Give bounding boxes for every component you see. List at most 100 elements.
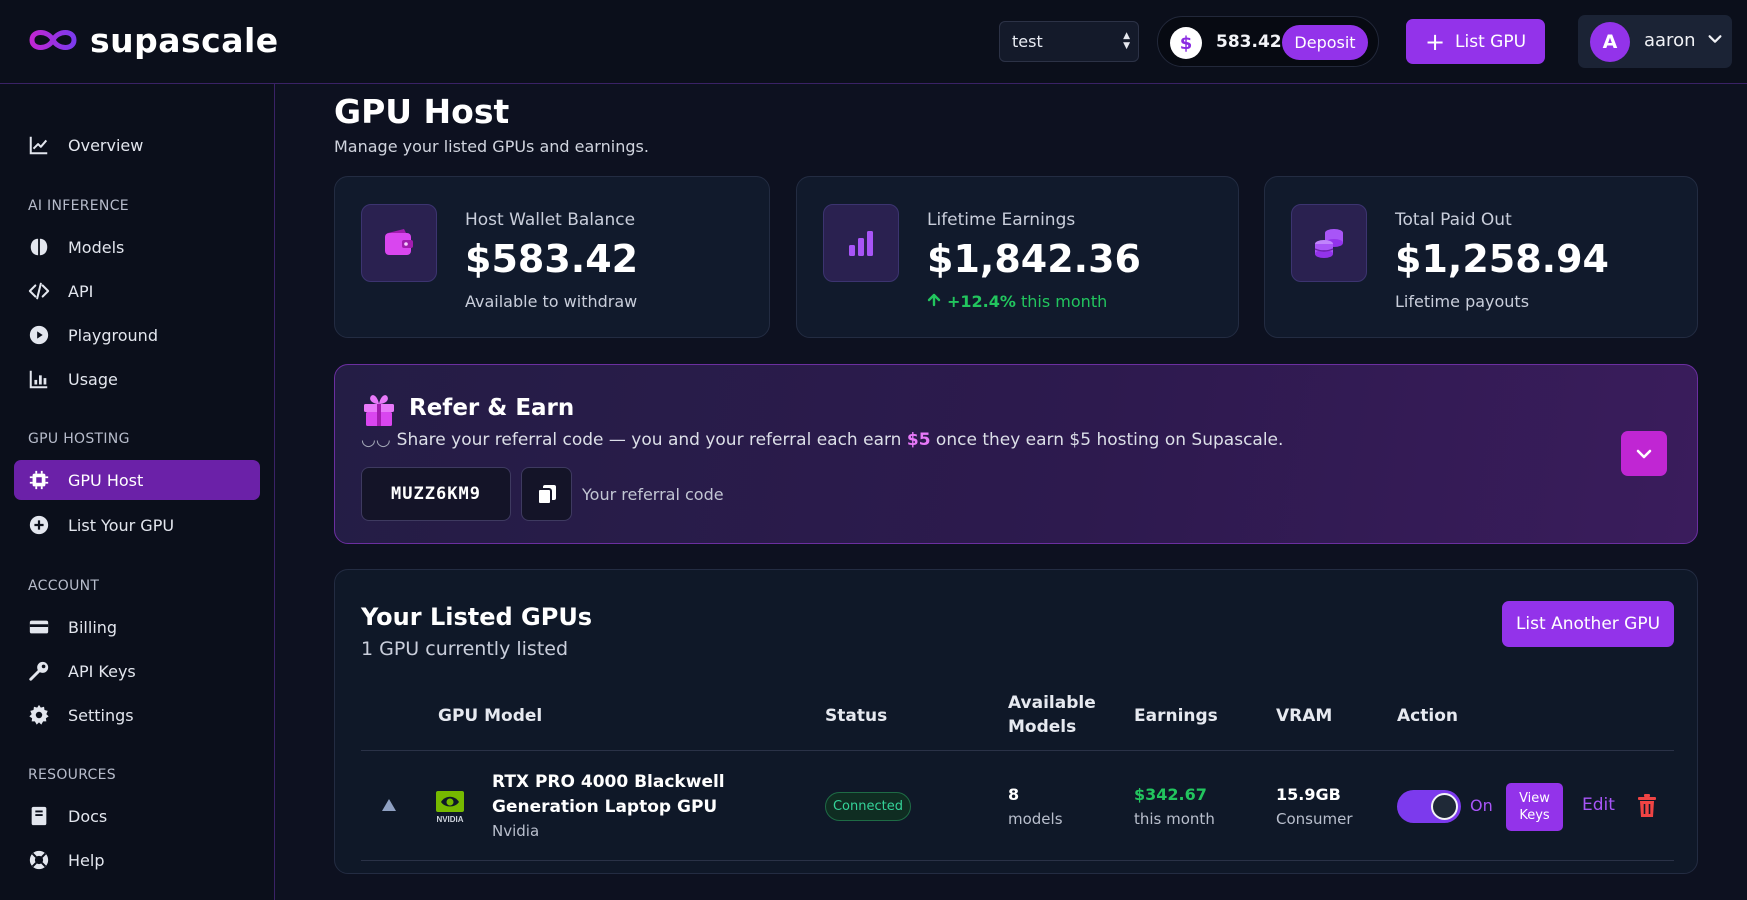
stat-footnote: Lifetime payouts (1395, 292, 1530, 311)
refer-decoration: ◡◡ (361, 430, 391, 450)
copy-code-button[interactable] (521, 467, 572, 521)
coins-icon (1291, 204, 1367, 282)
play-circle-icon (29, 325, 49, 345)
toggle-knob (1431, 793, 1458, 820)
column-header-action: Action (1397, 706, 1458, 726)
referral-code[interactable]: MUZZ6KM9 (361, 467, 511, 521)
wallet-icon (361, 204, 437, 282)
sidebar-item-help[interactable]: Help (14, 840, 260, 880)
models-unit: models (1008, 810, 1063, 828)
list-another-gpu-button[interactable]: List Another GPU (1502, 601, 1674, 647)
toggle-state-label: On (1470, 796, 1493, 815)
book-icon (31, 806, 47, 826)
stat-value: $1,842.36 (927, 237, 1141, 281)
arrow-up-icon (927, 292, 941, 311)
column-header-available-models: Available Models (1008, 691, 1096, 739)
plus-icon: + (1424, 27, 1446, 56)
sidebar-item-billing[interactable]: Billing (14, 607, 260, 647)
gpu-vendor: Nvidia (492, 822, 540, 840)
listed-gpus-card: Your Listed GPUs 1 GPU currently listed … (334, 569, 1698, 874)
sidebar-item-docs[interactable]: Docs (14, 796, 260, 836)
sidebar-item-label: Billing (68, 617, 118, 637)
sidebar-item-list-your-gpu[interactable]: List Your GPU (14, 505, 260, 545)
bar-chart-icon (823, 204, 899, 282)
key-icon (29, 661, 49, 681)
gpu-earnings-period: this month (1134, 810, 1215, 828)
column-header-earnings: Earnings (1134, 706, 1218, 726)
gpu-enabled-toggle[interactable] (1397, 790, 1461, 823)
stat-change-period: this month (1021, 292, 1108, 311)
sidebar-section-gpu-hosting: GPU HOSTING (28, 431, 130, 447)
edit-gpu-link[interactable]: Edit (1582, 795, 1615, 815)
gpu-vram-type: Consumer (1276, 810, 1353, 828)
list-gpu-button[interactable]: + List GPU (1406, 19, 1545, 64)
sidebar-item-label: Settings (68, 705, 134, 725)
nvidia-wordmark: NVIDIA (436, 815, 463, 824)
brand-name: supascale (90, 20, 279, 60)
stat-value: $1,258.94 (1395, 237, 1609, 281)
sidebar-item-label: Overview (68, 135, 144, 155)
line-chart-icon (29, 136, 48, 155)
user-name: aaron (1644, 30, 1696, 51)
stat-card-lifetime-earnings: Lifetime Earnings $1,842.36 +12.4% this … (796, 176, 1239, 338)
brand-logo[interactable]: supascale (26, 20, 279, 60)
expand-row-triangle-icon[interactable] (381, 798, 397, 812)
usage-chart-icon (29, 370, 48, 389)
team-select[interactable]: test ▲ ▼ (999, 21, 1139, 62)
credit-card-icon (29, 620, 49, 634)
sidebar-item-models[interactable]: Models (14, 227, 260, 267)
user-menu-button[interactable]: A aaron (1578, 15, 1732, 68)
refer-title: Refer & Earn (409, 395, 575, 421)
nvidia-logo-icon: NVIDIA (430, 790, 470, 824)
sidebar-item-label: Docs (68, 806, 108, 826)
sidebar-item-playground[interactable]: Playground (14, 315, 260, 355)
stat-card-wallet: Host Wallet Balance $583.42 Available to… (334, 176, 770, 338)
stat-label: Total Paid Out (1395, 210, 1512, 230)
table-header-divider (361, 750, 1674, 751)
column-header-line: Available (1008, 693, 1096, 713)
sidebar-item-label: Usage (68, 369, 118, 389)
gpu-vram: 15.9GB (1276, 785, 1341, 804)
sidebar: Overview AI INFERENCE Models API Playgro… (0, 84, 275, 900)
gpu-model-name: RTX PRO 4000 Blackwell Generation Laptop… (492, 772, 725, 817)
sidebar-item-label: Models (68, 237, 125, 257)
view-keys-button[interactable]: View Keys (1506, 783, 1563, 831)
avatar: A (1590, 22, 1630, 62)
section-title: Your Listed GPUs (361, 603, 593, 631)
code-icon (28, 282, 50, 300)
sidebar-item-label: GPU Host (68, 470, 144, 490)
gift-icon (364, 395, 394, 426)
section-subtitle: 1 GPU currently listed (361, 638, 569, 660)
lifebuoy-icon (29, 850, 49, 870)
stat-label: Lifetime Earnings (927, 210, 1076, 230)
sidebar-item-label: List Your GPU (68, 515, 175, 535)
sidebar-item-gpu-host[interactable]: GPU Host (14, 460, 260, 500)
view-keys-line: View (1519, 791, 1550, 806)
sidebar-item-overview[interactable]: Overview (14, 125, 260, 165)
trash-icon[interactable] (1636, 794, 1658, 818)
stat-card-total-paid-out: Total Paid Out $1,258.94 Lifetime payout… (1264, 176, 1698, 338)
sidebar-item-usage[interactable]: Usage (14, 359, 260, 399)
chevron-down-icon (1636, 449, 1652, 458)
sidebar-section-ai-inference: AI INFERENCE (28, 198, 129, 214)
view-keys-line: Keys (1519, 808, 1550, 823)
page-subtitle: Manage your listed GPUs and earnings. (334, 137, 649, 156)
wallet-amount: 583.42 (1216, 32, 1282, 52)
sidebar-item-settings[interactable]: Settings (14, 695, 260, 735)
plus-circle-icon (29, 515, 49, 535)
stat-change-value: +12.4% (947, 292, 1016, 311)
column-header-status: Status (825, 706, 888, 726)
models-count: 8 (1008, 785, 1020, 804)
expand-refer-button[interactable] (1621, 431, 1667, 476)
gpu-earnings: $342.67 (1134, 785, 1207, 804)
column-header-line: Models (1008, 717, 1077, 737)
brain-icon (30, 238, 48, 256)
sidebar-item-api-keys[interactable]: API Keys (14, 651, 260, 691)
list-gpu-label: List GPU (1455, 31, 1527, 52)
dollar-coin-icon: $ (1170, 27, 1202, 59)
deposit-button[interactable]: Deposit (1282, 25, 1368, 60)
sidebar-section-resources: RESOURCES (28, 767, 116, 783)
stat-label: Host Wallet Balance (465, 210, 636, 230)
sidebar-item-api[interactable]: API (14, 271, 260, 311)
sidebar-item-label: Help (68, 850, 105, 870)
